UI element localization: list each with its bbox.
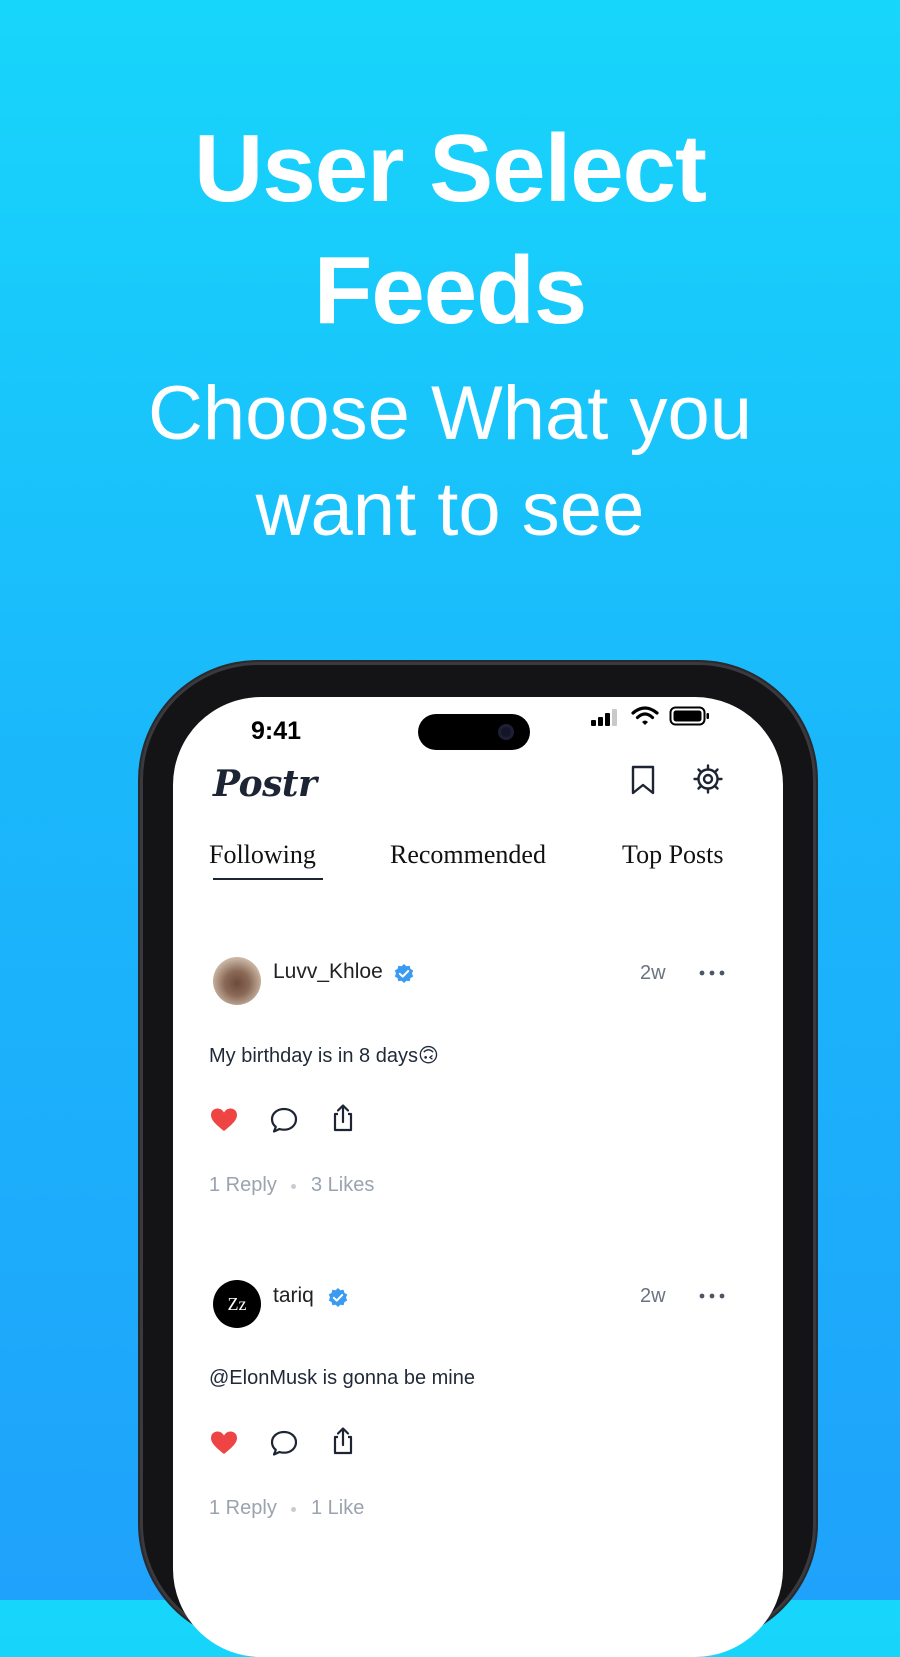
battery-icon [669, 706, 709, 726]
share-icon[interactable] [328, 1426, 358, 1456]
separator-dot [291, 1184, 296, 1189]
verified-badge-icon [328, 1288, 348, 1307]
dynamic-island [418, 714, 530, 750]
post-age: 2w [640, 962, 666, 984]
app-logo: Postr [213, 763, 317, 805]
more-options-icon[interactable] [698, 969, 726, 977]
like-count[interactable]: 1 Like [311, 1497, 364, 1520]
tab-following-underline [213, 878, 323, 880]
post-username[interactable]: tariq [273, 1284, 314, 1308]
promo-subtitle-line-1: Choose What you [147, 371, 753, 456]
post-username[interactable]: Luvv_Khloe [273, 960, 383, 984]
post-text: My birthday is in 8 days🙃 [209, 1043, 439, 1068]
promo-subtitle-line-2: want to see [255, 467, 645, 552]
wifi-icon [631, 706, 659, 725]
camera-icon [498, 724, 514, 740]
like-count[interactable]: 3 Likes [311, 1174, 374, 1197]
heart-icon[interactable] [209, 1105, 239, 1135]
promo-title: User Select Feeds [0, 108, 900, 352]
comment-icon[interactable] [269, 1105, 299, 1135]
phone-screen: 9:41 Postr Following Recommended Top Pos… [173, 697, 783, 1657]
post-emoji: 🙃 [417, 1045, 439, 1067]
signal-icon [591, 709, 617, 726]
post-text: @ElonMusk is gonna be mine [209, 1367, 475, 1389]
separator-dot [291, 1507, 296, 1512]
promo-subtitle: Choose What you want to see [0, 366, 900, 558]
share-icon[interactable] [328, 1103, 358, 1133]
tab-top-posts[interactable]: Top Posts [622, 840, 724, 870]
settings-icon[interactable] [692, 763, 724, 795]
promo-title-line-2: Feeds [313, 237, 587, 344]
status-time: 9:41 [251, 717, 302, 745]
more-options-icon[interactable] [698, 1292, 726, 1300]
post-age: 2w [640, 1285, 666, 1307]
heart-icon[interactable] [209, 1428, 239, 1458]
avatar[interactable] [213, 957, 261, 1005]
post-text-content: My birthday is in 8 days [209, 1045, 418, 1067]
tab-following[interactable]: Following [209, 840, 316, 870]
bookmark-icon[interactable] [629, 764, 657, 796]
tab-recommended[interactable]: Recommended [390, 840, 546, 870]
comment-icon[interactable] [269, 1428, 299, 1458]
verified-badge-icon [394, 964, 414, 983]
promo-title-line-1: User Select [194, 115, 707, 222]
reply-count[interactable]: 1 Reply [209, 1174, 277, 1197]
reply-count[interactable]: 1 Reply [209, 1497, 277, 1520]
avatar[interactable]: Zz [213, 1280, 261, 1328]
